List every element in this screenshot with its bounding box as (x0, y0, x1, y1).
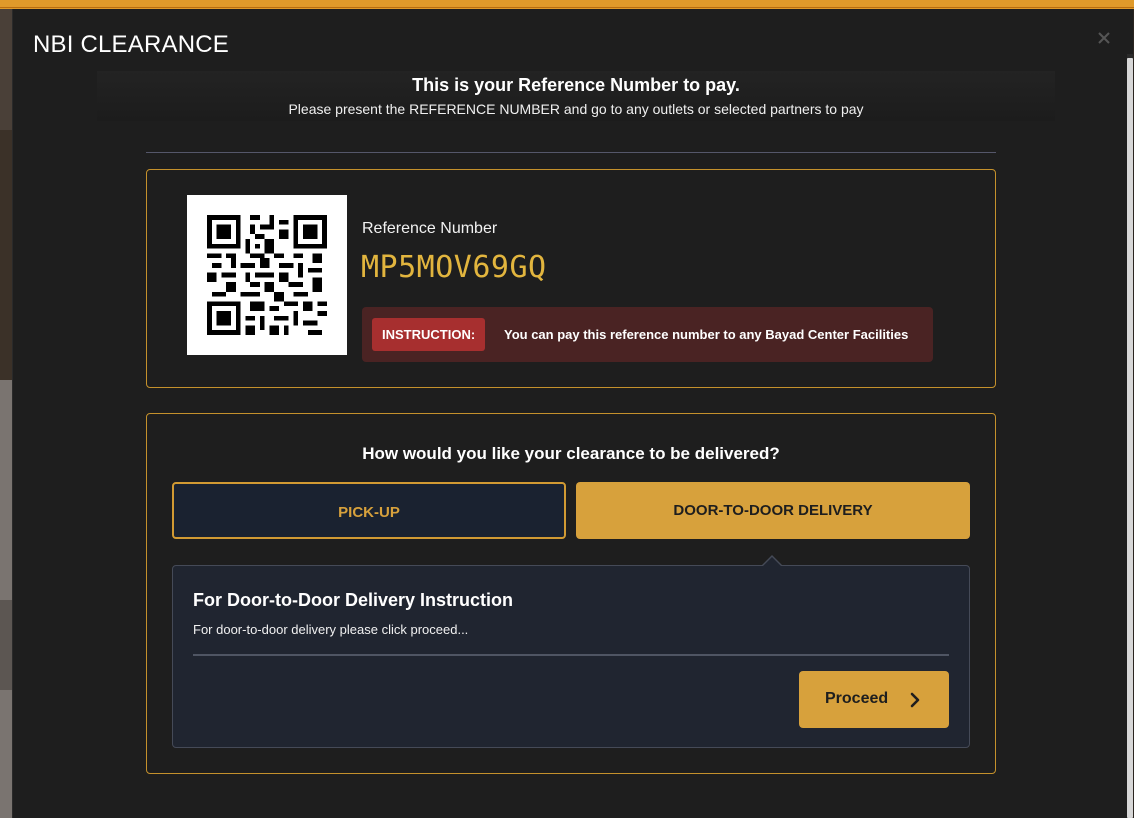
delivery-instruction-panel: For Door-to-Door Delivery Instruction Fo… (172, 565, 970, 748)
panel-divider (193, 654, 949, 656)
pickup-option-button[interactable]: PICK-UP (172, 482, 566, 539)
proceed-button[interactable]: Proceed (799, 671, 949, 728)
panel-text: For door-to-door delivery please click p… (193, 622, 469, 637)
delivery-card: How would you like your clearance to be … (146, 413, 996, 774)
modal-title: NBI CLEARANCE (33, 31, 229, 58)
panel-pointer-arrow-fill (762, 557, 782, 567)
reference-number-value: MP5MOV69GQ (361, 250, 547, 285)
chevron-right-icon (910, 692, 920, 708)
window-top-border-shadow (0, 7, 1134, 8)
reference-number-label: Reference Number (362, 220, 498, 237)
qr-code-icon (207, 215, 327, 335)
panel-title: For Door-to-Door Delivery Instruction (193, 590, 514, 610)
reference-subtext: Please present the REFERENCE NUMBER and … (288, 101, 864, 117)
delivery-question: How would you like your clearance to be … (362, 444, 780, 463)
reference-heading: This is your Reference Number to pay. (412, 75, 740, 95)
scrollbar-thumb[interactable] (1127, 58, 1133, 818)
instruction-badge: INSTRUCTION: (372, 318, 486, 351)
proceed-button-label: Proceed (825, 690, 889, 707)
section-divider (146, 152, 996, 153)
door-to-door-option-button[interactable]: DOOR-TO-DOOR DELIVERY (576, 482, 970, 539)
close-icon[interactable] (1097, 31, 1111, 45)
background-page-edge (0, 0, 12, 818)
qr-code (187, 195, 347, 355)
reference-header: This is your Reference Number to pay. Pl… (97, 71, 1055, 121)
instruction-text: You can pay this reference number to any… (504, 327, 909, 342)
reference-card: Reference Number MP5MOV69GQ INSTRUCTION:… (146, 169, 996, 388)
nbi-clearance-modal: NBI CLEARANCE This is your Reference Num… (12, 9, 1133, 818)
instruction-box: INSTRUCTION: You can pay this reference … (362, 307, 933, 362)
